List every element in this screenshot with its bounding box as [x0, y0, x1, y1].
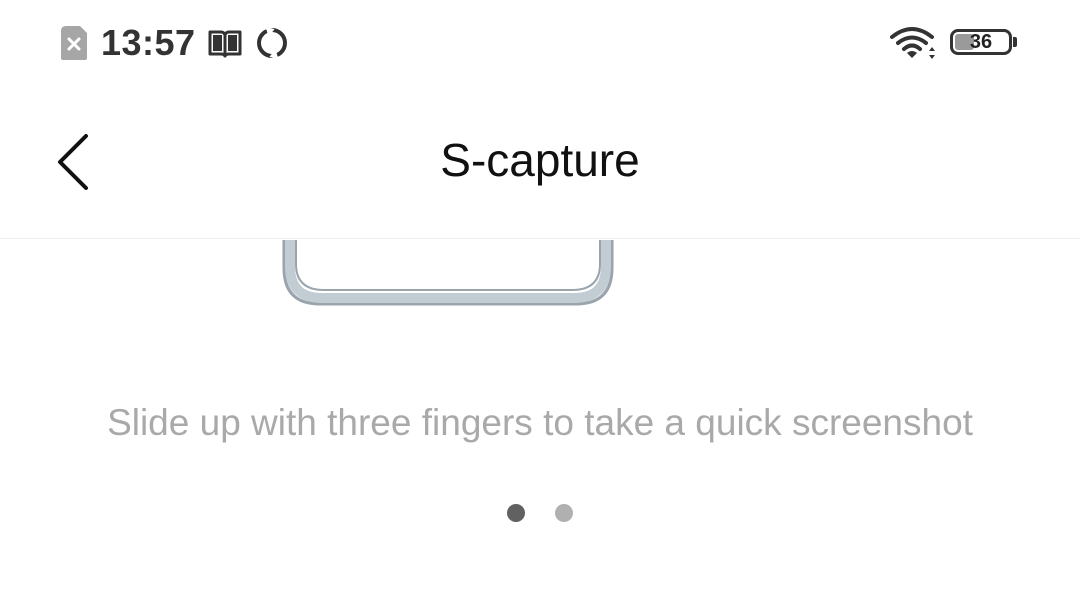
app-header: S-capture [0, 86, 1080, 239]
chevron-left-icon [58, 134, 88, 190]
page-dot-2[interactable] [555, 504, 573, 522]
battery-icon: 36 [950, 27, 1020, 59]
s-capture-screen: 13:57 36 S-capture Slide up with three f… [0, 0, 1080, 608]
instruction-caption: Slide up with three fingers to take a qu… [107, 402, 973, 443]
sim-no-signal-icon [61, 26, 87, 60]
status-time: 13:57 [101, 22, 196, 63]
status-left: 13:57 [60, 22, 290, 64]
book-icon [208, 30, 242, 58]
page-indicator [0, 503, 1080, 523]
sync-icon [256, 26, 287, 60]
battery-tip [1013, 37, 1017, 47]
back-button[interactable] [40, 126, 104, 198]
status-right: 36 [890, 22, 1020, 64]
battery-level: 36 [969, 31, 993, 53]
status-bar: 13:57 36 [0, 0, 1080, 86]
page-title: S-capture [440, 134, 640, 186]
page-dot-1[interactable] [507, 504, 525, 522]
wifi-icon [890, 27, 935, 59]
phone-frame-bottom-illustration [280, 240, 616, 310]
